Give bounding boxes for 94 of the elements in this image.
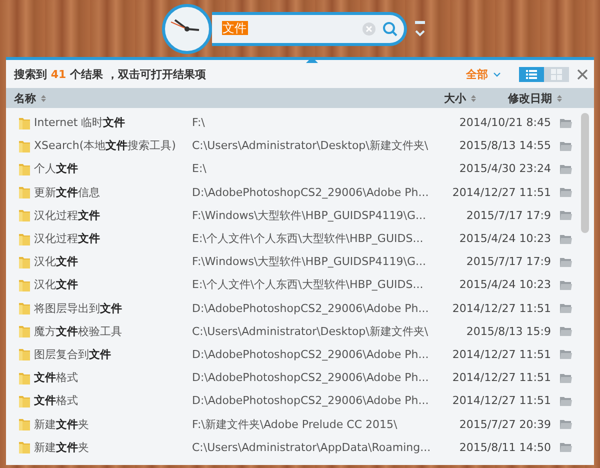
file-path: D:\AdobePhotoshopCS2_29006\Adobe Ph... bbox=[192, 394, 429, 408]
modified-date: 2015/8/11 14:50 bbox=[459, 440, 551, 454]
file-path: D:\AdobePhotoshopCS2_29006\Adobe Ph... bbox=[192, 371, 429, 384]
open-folder-icon[interactable] bbox=[560, 118, 572, 128]
folder-icon bbox=[18, 440, 31, 454]
file-name: XSearch(本地文件搜索工具) bbox=[34, 139, 176, 152]
chevron-down-icon[interactable] bbox=[414, 30, 424, 36]
modified-date: 2015/7/27 20:39 bbox=[459, 418, 551, 431]
folder-icon bbox=[18, 232, 31, 246]
open-folder-icon[interactable] bbox=[560, 234, 572, 244]
file-path: E:\个人文件\个人东西\大型软件\HBP_GUIDS... bbox=[192, 278, 424, 292]
file-name: 新建文件夹 bbox=[34, 418, 89, 431]
file-path: C:\Users\Administrator\Desktop\新建文件夹\ bbox=[192, 139, 428, 152]
folder-icon bbox=[18, 324, 31, 338]
grid-icon bbox=[551, 68, 562, 80]
file-path: D:\AdobePhotoshopCS2_29006\Adobe Ph... bbox=[192, 186, 429, 199]
modified-date: 2015/4/24 10:23 bbox=[459, 232, 551, 246]
sort-icon bbox=[471, 94, 476, 102]
file-name: 魔方文件校验工具 bbox=[34, 324, 122, 338]
file-path: C:\Users\Administrator\Desktop\新建文件夹\ bbox=[192, 324, 428, 338]
open-folder-icon[interactable] bbox=[560, 187, 572, 198]
file-name: 更新文件信息 bbox=[34, 186, 100, 199]
file-name: 汉化文件 bbox=[34, 255, 78, 268]
file-path: D:\AdobePhotoshopCS2_29006\Adobe Ph... bbox=[192, 302, 429, 315]
modified-date: 2014/10/21 8:45 bbox=[459, 116, 551, 130]
open-folder-icon[interactable] bbox=[560, 164, 572, 174]
close-icon[interactable] bbox=[577, 68, 588, 80]
file-name: 图层复合到文件 bbox=[34, 348, 111, 361]
open-folder-icon[interactable] bbox=[560, 326, 572, 336]
open-folder-icon[interactable] bbox=[560, 349, 572, 360]
folder-icon bbox=[18, 138, 31, 153]
open-folder-icon[interactable] bbox=[560, 210, 572, 220]
open-folder-icon[interactable] bbox=[560, 372, 572, 383]
file-name: 个人文件 bbox=[34, 162, 78, 176]
file-path: E:\ bbox=[192, 162, 206, 176]
folder-icon bbox=[18, 370, 31, 385]
clear-icon[interactable] bbox=[362, 22, 376, 36]
file-path: F:\新建文件夹\Adobe Prelude CC 2015\ bbox=[192, 418, 398, 431]
file-name: 将图层导出到文件 bbox=[34, 302, 122, 315]
open-folder-icon[interactable] bbox=[560, 396, 572, 406]
modified-date: 2014/12/27 11:51 bbox=[452, 371, 551, 384]
column-header[interactable]: 名称 bbox=[14, 90, 36, 106]
modified-date: 2014/12/27 11:51 bbox=[452, 302, 551, 315]
sort-icon bbox=[41, 94, 46, 102]
list-icon bbox=[526, 70, 537, 78]
modified-date: 2015/7/17 17:9 bbox=[466, 255, 551, 268]
file-name: 文件格式 bbox=[34, 371, 78, 384]
file-path: F:\Windows\大型软件\HBP_GUIDSP4119\G... bbox=[192, 255, 426, 268]
file-name: 新建文件夹 bbox=[34, 440, 89, 454]
grid-view-button[interactable] bbox=[544, 66, 569, 82]
result-summary: 搜索到 41 个结果 ，双击可打开结果项 bbox=[14, 66, 207, 82]
file-path: C:\Users\Administrator\AppData\Roaming... bbox=[192, 440, 431, 454]
chevron-down-icon bbox=[493, 72, 501, 76]
folder-icon bbox=[18, 162, 31, 176]
open-folder-icon[interactable] bbox=[560, 280, 572, 290]
list-view-button[interactable] bbox=[519, 66, 544, 82]
scrollbar-thumb[interactable] bbox=[581, 113, 589, 233]
open-folder-icon[interactable] bbox=[560, 256, 572, 267]
file-name: 汉化过程文件 bbox=[34, 232, 100, 246]
column-header[interactable]: 修改日期 bbox=[508, 90, 552, 106]
modified-date: 2015/7/17 17:9 bbox=[466, 208, 551, 222]
folder-icon bbox=[18, 116, 31, 130]
column-header[interactable]: 大小 bbox=[444, 90, 466, 106]
open-folder-icon[interactable] bbox=[560, 442, 572, 452]
file-path: F:\ bbox=[192, 116, 205, 130]
modified-date: 2014/12/27 11:51 bbox=[452, 186, 551, 199]
modified-date: 2015/4/24 10:23 bbox=[459, 278, 551, 292]
folder-icon bbox=[18, 301, 31, 316]
modified-date: 2015/4/30 23:24 bbox=[459, 162, 551, 176]
modified-date: 2014/12/27 11:51 bbox=[452, 348, 551, 361]
file-path: E:\个人文件\个人东西\大型软件\HBP_GUIDS... bbox=[192, 232, 424, 246]
file-path: D:\AdobePhotoshopCS2_29006\Adobe Ph... bbox=[192, 348, 429, 361]
file-path: F:\Windows\大型软件\HBP_GUIDSP4119\G... bbox=[192, 208, 426, 222]
folder-icon bbox=[18, 394, 31, 408]
modified-date: 2015/8/13 14:55 bbox=[459, 139, 551, 152]
folder-icon bbox=[18, 417, 31, 432]
minimize-icon[interactable] bbox=[414, 20, 424, 24]
folder-icon bbox=[18, 347, 31, 362]
folder-icon bbox=[18, 185, 31, 200]
open-folder-icon[interactable] bbox=[560, 140, 572, 151]
modified-date: 2015/8/13 15:9 bbox=[466, 324, 551, 338]
modified-date: 2014/12/27 11:51 bbox=[452, 394, 551, 408]
file-name: 汉化文件 bbox=[34, 278, 78, 292]
file-name: 文件格式 bbox=[34, 394, 78, 408]
folder-icon bbox=[18, 278, 31, 292]
folder-icon bbox=[18, 208, 31, 222]
clock-icon[interactable] bbox=[162, 4, 212, 54]
open-folder-icon[interactable] bbox=[560, 419, 572, 430]
search-icon[interactable] bbox=[382, 20, 398, 36]
file-name: 汉化过程文件 bbox=[34, 208, 100, 222]
sort-icon bbox=[557, 94, 562, 102]
file-name: Internet 临时文件 bbox=[34, 116, 126, 130]
folder-icon bbox=[18, 254, 31, 269]
open-folder-icon[interactable] bbox=[560, 303, 572, 314]
